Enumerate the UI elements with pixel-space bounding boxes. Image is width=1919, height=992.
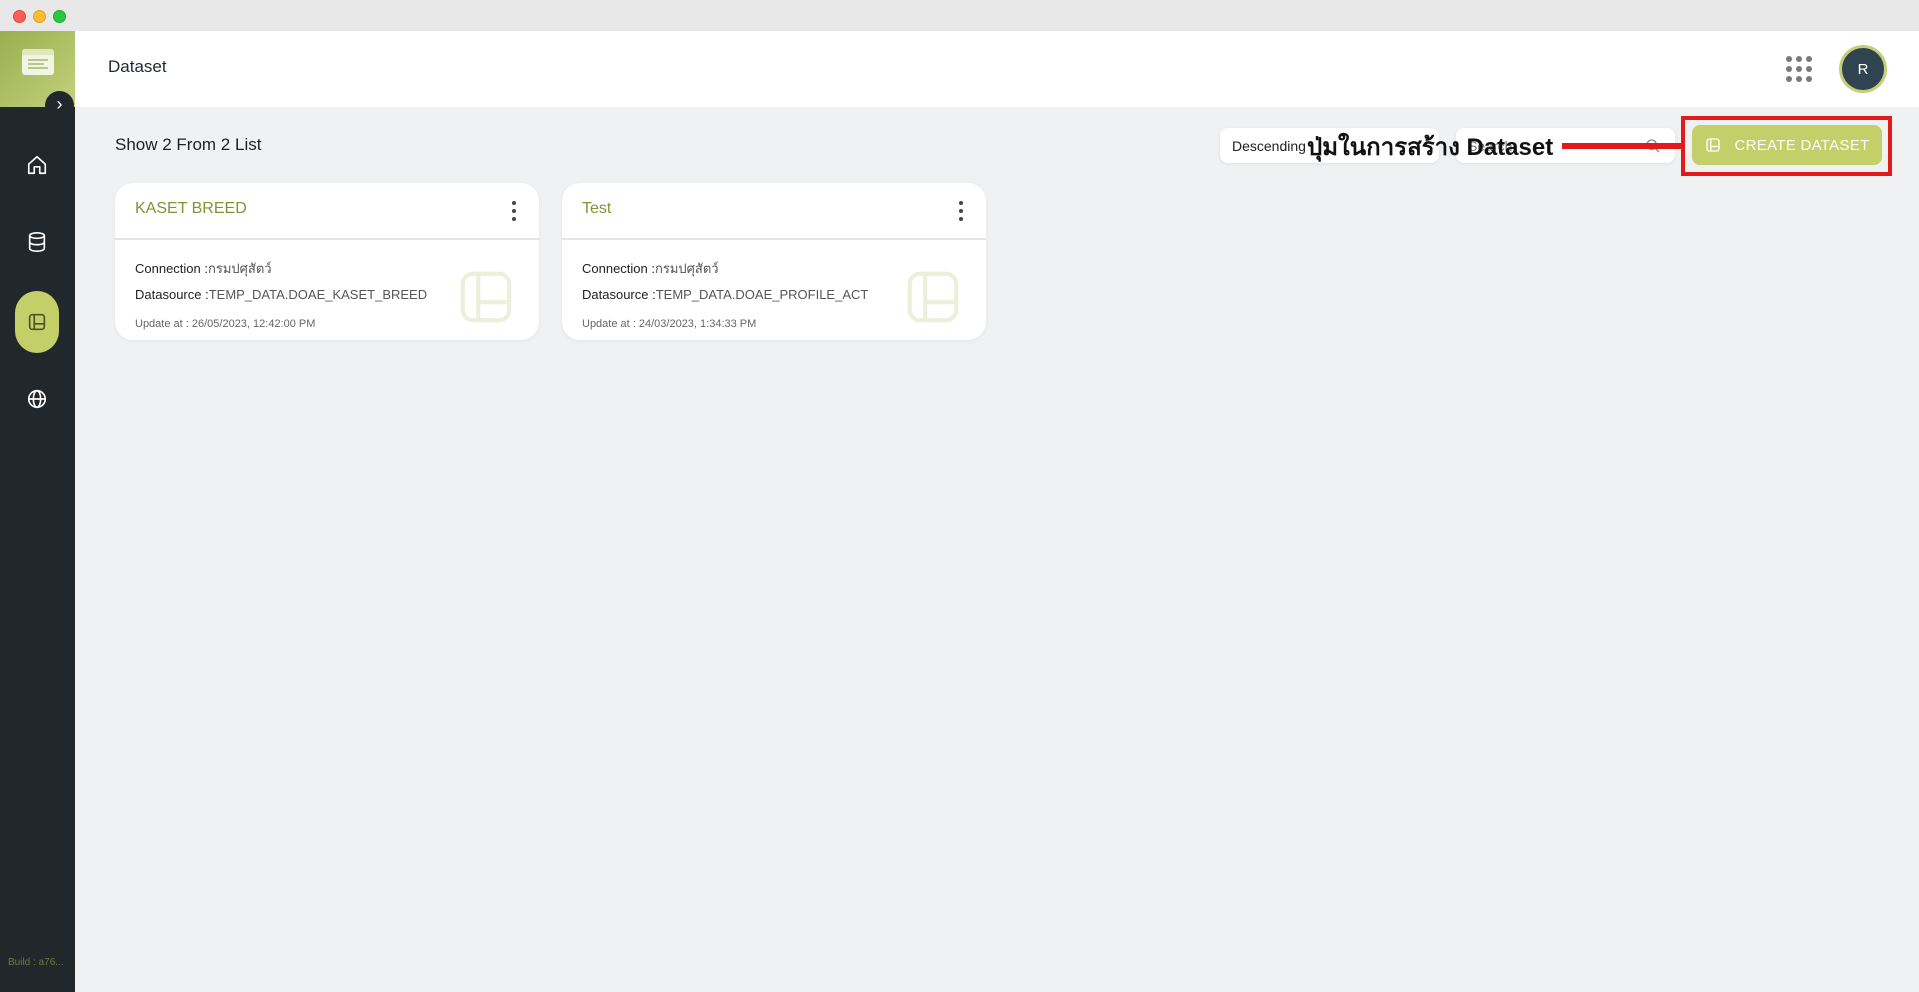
dataset-card[interactable]: KASET BREED Connection :กรมปศุสัตว์ Data… (115, 183, 539, 340)
chevron-right-icon: › (56, 94, 63, 114)
sidebar-item-database[interactable] (15, 211, 59, 273)
window-titlebar (0, 0, 1919, 31)
annotation-highlight-box (1681, 116, 1892, 176)
datasource-label: Datasource : (582, 287, 656, 302)
dataset-watermark-icon (907, 271, 959, 323)
datasource-row: Datasource :TEMP_DATA.DOAE_PROFILE_ACT (582, 287, 868, 302)
database-icon (28, 232, 46, 252)
connection-label: Connection : (135, 261, 208, 276)
dataset-watermark-icon (460, 271, 512, 323)
connection-label: Connection : (582, 261, 655, 276)
annotation-text: ปุ่มในการสร้าง Dataset (1307, 134, 1554, 161)
connection-row: Connection :กรมปศุสัตว์ (135, 258, 272, 279)
minimize-window-button[interactable] (33, 10, 46, 23)
top-header: Dataset R (75, 31, 1919, 107)
connection-value: กรมปศุสัตว์ (655, 261, 719, 276)
dataset-card-title[interactable]: Test (582, 200, 611, 218)
sidebar: › Build : a76... (0, 31, 75, 992)
datasource-row: Datasource :TEMP_DATA.DOAE_KASET_BREED (135, 287, 427, 302)
more-options-icon[interactable] (958, 201, 964, 221)
connection-row: Connection :กรมปศุสัตว์ (582, 258, 719, 279)
logo-icon (22, 49, 54, 75)
close-window-button[interactable] (13, 10, 26, 23)
datasource-value: TEMP_DATA.DOAE_PROFILE_ACT (655, 287, 869, 302)
update-timestamp: Update at : 26/05/2023, 12:42:00 PM (135, 318, 316, 330)
build-label: Build : a76... (8, 957, 64, 968)
dataset-card-title[interactable]: KASET BREED (135, 200, 247, 218)
sidebar-item-home[interactable] (15, 134, 59, 196)
sidebar-item-dataset[interactable] (15, 291, 59, 353)
home-icon (27, 155, 47, 175)
update-timestamp: Update at : 24/03/2023, 1:34:33 PM (582, 318, 757, 330)
annotation-arrow-line (1562, 143, 1682, 149)
datasource-label: Datasource : (135, 287, 209, 302)
connection-value: กรมปศุสัตว์ (208, 261, 272, 276)
dataset-card[interactable]: Test Connection :กรมปศุสัตว์ Datasource … (562, 183, 986, 340)
main-content: Show 2 From 2 List Descending ปุ่มในการส… (75, 107, 1919, 992)
dataset-icon (28, 313, 46, 331)
apps-grid-icon[interactable] (1786, 56, 1812, 82)
avatar[interactable]: R (1839, 45, 1887, 93)
expand-sidebar-button[interactable]: › (45, 91, 74, 120)
maximize-window-button[interactable] (53, 10, 66, 23)
datasource-value: TEMP_DATA.DOAE_KASET_BREED (208, 287, 428, 302)
page-title: Dataset (108, 57, 167, 76)
result-count-label: Show 2 From 2 List (115, 135, 262, 154)
more-options-icon[interactable] (511, 201, 517, 221)
globe-icon (27, 389, 47, 409)
sidebar-item-globe[interactable] (15, 368, 59, 430)
